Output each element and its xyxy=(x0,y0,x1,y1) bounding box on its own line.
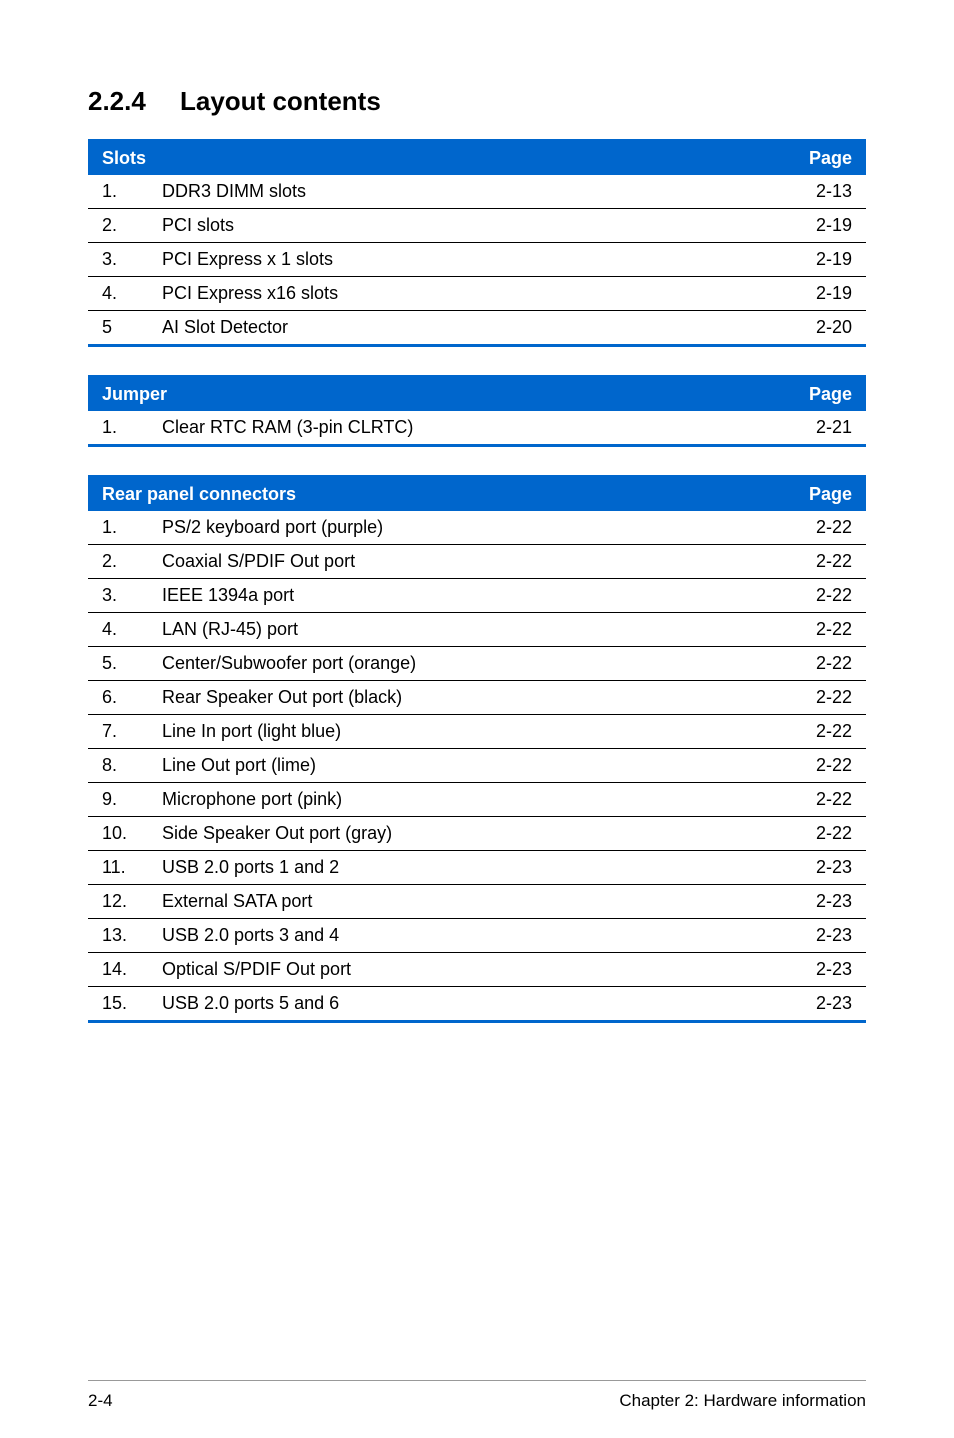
row-index: 12. xyxy=(88,885,148,919)
row-label: Microphone port (pink) xyxy=(148,783,786,817)
footer-chapter-label: Chapter 2: Hardware information xyxy=(619,1391,866,1411)
row-page: 2-22 xyxy=(786,783,866,817)
row-index: 4. xyxy=(88,613,148,647)
row-index: 3. xyxy=(88,579,148,613)
table-row: 15.USB 2.0 ports 5 and 62-23 xyxy=(88,987,866,1022)
row-page: 2-22 xyxy=(786,545,866,579)
row-label: USB 2.0 ports 5 and 6 xyxy=(148,987,786,1022)
table-row: 7.Line In port (light blue)2-22 xyxy=(88,715,866,749)
slots-header-page: Page xyxy=(786,141,866,176)
row-index: 10. xyxy=(88,817,148,851)
row-page: 2-22 xyxy=(786,817,866,851)
row-index: 2. xyxy=(88,209,148,243)
row-label: AI Slot Detector xyxy=(148,311,786,346)
row-label: LAN (RJ-45) port xyxy=(148,613,786,647)
table-row: 4.LAN (RJ-45) port2-22 xyxy=(88,613,866,647)
row-label: Clear RTC RAM (3-pin CLRTC) xyxy=(148,411,786,446)
footer-page-number: 2-4 xyxy=(88,1391,113,1411)
row-label: PCI Express x 1 slots xyxy=(148,243,786,277)
jumper-header-label: Jumper xyxy=(88,377,786,412)
row-index: 1. xyxy=(88,511,148,545)
table-row: 3.IEEE 1394a port2-22 xyxy=(88,579,866,613)
row-page: 2-20 xyxy=(786,311,866,346)
row-page: 2-22 xyxy=(786,511,866,545)
row-label: External SATA port xyxy=(148,885,786,919)
table-row: 4.PCI Express x16 slots2-19 xyxy=(88,277,866,311)
table-row: 1.DDR3 DIMM slots2-13 xyxy=(88,175,866,209)
row-label: Coaxial S/PDIF Out port xyxy=(148,545,786,579)
table-row: 10.Side Speaker Out port (gray)2-22 xyxy=(88,817,866,851)
slots-table: Slots Page 1.DDR3 DIMM slots2-13 2.PCI s… xyxy=(88,139,866,347)
row-label: Side Speaker Out port (gray) xyxy=(148,817,786,851)
row-label: DDR3 DIMM slots xyxy=(148,175,786,209)
table-row: 2.Coaxial S/PDIF Out port2-22 xyxy=(88,545,866,579)
row-label: Center/Subwoofer port (orange) xyxy=(148,647,786,681)
row-index: 7. xyxy=(88,715,148,749)
row-page: 2-22 xyxy=(786,613,866,647)
row-label: PCI slots xyxy=(148,209,786,243)
row-index: 3. xyxy=(88,243,148,277)
table-row: 2.PCI slots2-19 xyxy=(88,209,866,243)
table-row: 3.PCI Express x 1 slots2-19 xyxy=(88,243,866,277)
table-row: 5AI Slot Detector2-20 xyxy=(88,311,866,346)
row-page: 2-19 xyxy=(786,277,866,311)
row-page: 2-22 xyxy=(786,681,866,715)
row-label: Line Out port (lime) xyxy=(148,749,786,783)
jumper-header-page: Page xyxy=(786,377,866,412)
table-row: 5.Center/Subwoofer port (orange)2-22 xyxy=(88,647,866,681)
row-label: USB 2.0 ports 1 and 2 xyxy=(148,851,786,885)
row-page: 2-23 xyxy=(786,885,866,919)
row-page: 2-19 xyxy=(786,243,866,277)
row-index: 13. xyxy=(88,919,148,953)
table-row: 12.External SATA port2-23 xyxy=(88,885,866,919)
slots-header-label: Slots xyxy=(88,141,786,176)
row-label: IEEE 1394a port xyxy=(148,579,786,613)
row-index: 6. xyxy=(88,681,148,715)
row-page: 2-22 xyxy=(786,647,866,681)
row-label: Optical S/PDIF Out port xyxy=(148,953,786,987)
row-index: 1. xyxy=(88,175,148,209)
row-label: PCI Express x16 slots xyxy=(148,277,786,311)
row-page: 2-23 xyxy=(786,987,866,1022)
row-index: 8. xyxy=(88,749,148,783)
row-index: 5. xyxy=(88,647,148,681)
page-footer: 2-4 Chapter 2: Hardware information xyxy=(0,1380,954,1411)
rear-panel-table: Rear panel connectors Page 1.PS/2 keyboa… xyxy=(88,475,866,1023)
row-label: Rear Speaker Out port (black) xyxy=(148,681,786,715)
row-page: 2-23 xyxy=(786,953,866,987)
row-page: 2-23 xyxy=(786,919,866,953)
table-row: 8.Line Out port (lime)2-22 xyxy=(88,749,866,783)
row-page: 2-19 xyxy=(786,209,866,243)
row-page: 2-22 xyxy=(786,579,866,613)
section-heading: 2.2.4Layout contents xyxy=(88,86,866,117)
row-index: 14. xyxy=(88,953,148,987)
row-index: 2. xyxy=(88,545,148,579)
row-index: 5 xyxy=(88,311,148,346)
row-index: 1. xyxy=(88,411,148,446)
section-number: 2.2.4 xyxy=(88,86,180,117)
row-label: Line In port (light blue) xyxy=(148,715,786,749)
table-row: 9.Microphone port (pink)2-22 xyxy=(88,783,866,817)
rear-header-label: Rear panel connectors xyxy=(88,477,786,512)
table-row: 6.Rear Speaker Out port (black)2-22 xyxy=(88,681,866,715)
table-row: 1.Clear RTC RAM (3-pin CLRTC)2-21 xyxy=(88,411,866,446)
table-row: 13.USB 2.0 ports 3 and 42-23 xyxy=(88,919,866,953)
row-page: 2-22 xyxy=(786,749,866,783)
row-page: 2-13 xyxy=(786,175,866,209)
row-index: 11. xyxy=(88,851,148,885)
rear-header-page: Page xyxy=(786,477,866,512)
jumper-table: Jumper Page 1.Clear RTC RAM (3-pin CLRTC… xyxy=(88,375,866,447)
section-title-text: Layout contents xyxy=(180,86,381,116)
row-index: 9. xyxy=(88,783,148,817)
row-page: 2-21 xyxy=(786,411,866,446)
row-index: 15. xyxy=(88,987,148,1022)
row-label: USB 2.0 ports 3 and 4 xyxy=(148,919,786,953)
row-page: 2-23 xyxy=(786,851,866,885)
row-page: 2-22 xyxy=(786,715,866,749)
table-row: 14.Optical S/PDIF Out port2-23 xyxy=(88,953,866,987)
table-row: 1.PS/2 keyboard port (purple)2-22 xyxy=(88,511,866,545)
row-label: PS/2 keyboard port (purple) xyxy=(148,511,786,545)
table-row: 11.USB 2.0 ports 1 and 22-23 xyxy=(88,851,866,885)
row-index: 4. xyxy=(88,277,148,311)
